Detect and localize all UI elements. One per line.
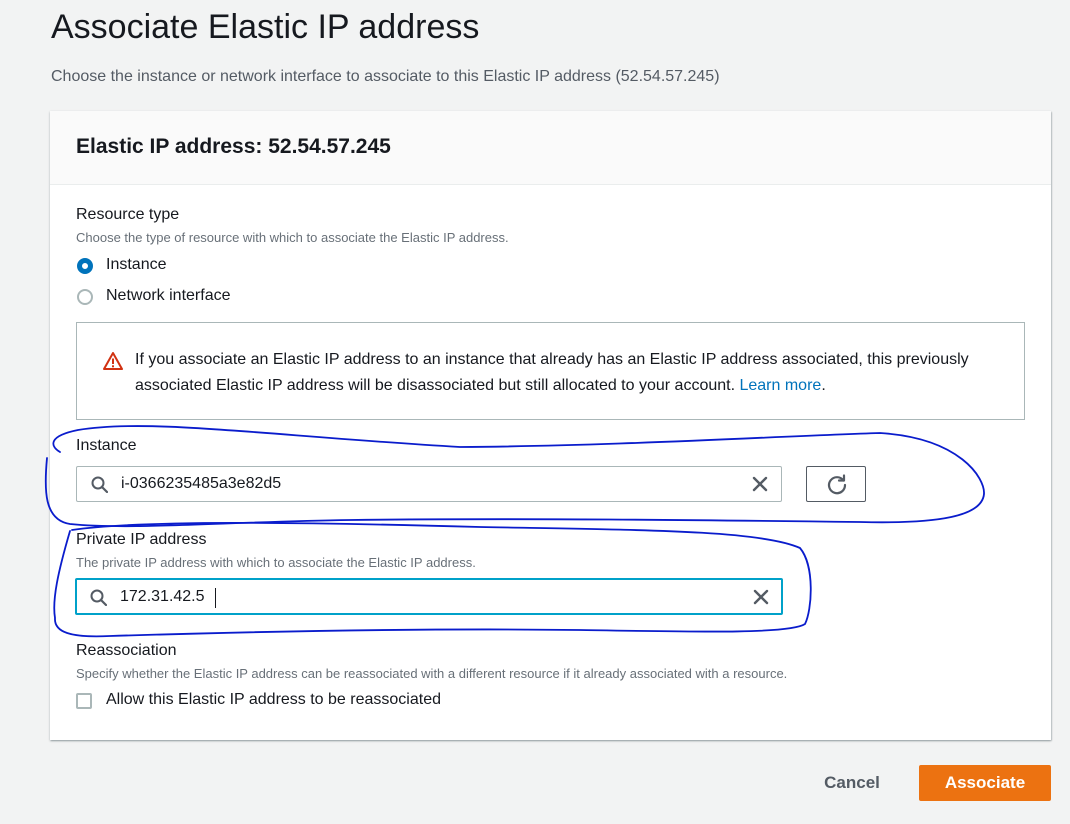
reassociation-hint: Specify whether the Elastic IP address c… <box>76 666 788 681</box>
reassociate-checkbox-label[interactable]: Allow this Elastic IP address to be reas… <box>106 691 441 709</box>
associate-button[interactable]: Associate <box>919 765 1051 801</box>
learn-more-link[interactable]: Learn more <box>739 377 821 394</box>
radio-instance[interactable] <box>77 258 93 274</box>
private-ip-label: Private IP address <box>76 531 207 548</box>
warning-message: If you associate an Elastic IP address t… <box>135 351 969 394</box>
private-ip-search-input[interactable]: 172.31.42.5 <box>75 578 783 615</box>
association-panel: Elastic IP address: 52.54.57.245 Resourc… <box>50 111 1051 740</box>
panel-title: Elastic IP address: 52.54.57.245 <box>76 135 391 158</box>
search-icon <box>90 589 107 606</box>
reassociation-label: Reassociation <box>76 642 177 659</box>
warning-alert: If you associate an Elastic IP address t… <box>76 322 1025 420</box>
instance-label: Instance <box>76 437 137 454</box>
warning-text: If you associate an Elastic IP address t… <box>135 347 1005 399</box>
radio-network-interface-label[interactable]: Network interface <box>106 287 231 305</box>
resource-type-label: Resource type <box>76 206 180 223</box>
warning-suffix: . <box>821 377 826 394</box>
private-ip-hint: The private IP address with which to ass… <box>76 555 476 570</box>
warning-icon <box>103 352 123 370</box>
search-icon <box>91 476 108 493</box>
page-description: Choose the instance or network interface… <box>51 68 720 85</box>
instance-search-input[interactable]: i-0366235485a3e82d5 <box>76 466 782 502</box>
radio-instance-label[interactable]: Instance <box>106 256 166 274</box>
refresh-icon <box>827 474 847 495</box>
cancel-button[interactable]: Cancel <box>806 765 898 801</box>
private-ip-value: 172.31.42.5 <box>120 588 205 605</box>
reassociate-checkbox[interactable] <box>76 693 92 709</box>
clear-icon[interactable] <box>752 588 770 606</box>
resource-type-hint: Choose the type of resource with which t… <box>76 230 509 245</box>
clear-icon[interactable] <box>751 475 769 493</box>
refresh-button[interactable] <box>806 466 866 502</box>
panel-header: Elastic IP address: 52.54.57.245 <box>50 111 1051 185</box>
instance-value: i-0366235485a3e82d5 <box>121 475 282 492</box>
text-cursor <box>215 588 216 608</box>
radio-network-interface[interactable] <box>77 289 93 305</box>
page-title: Associate Elastic IP address <box>51 8 480 46</box>
